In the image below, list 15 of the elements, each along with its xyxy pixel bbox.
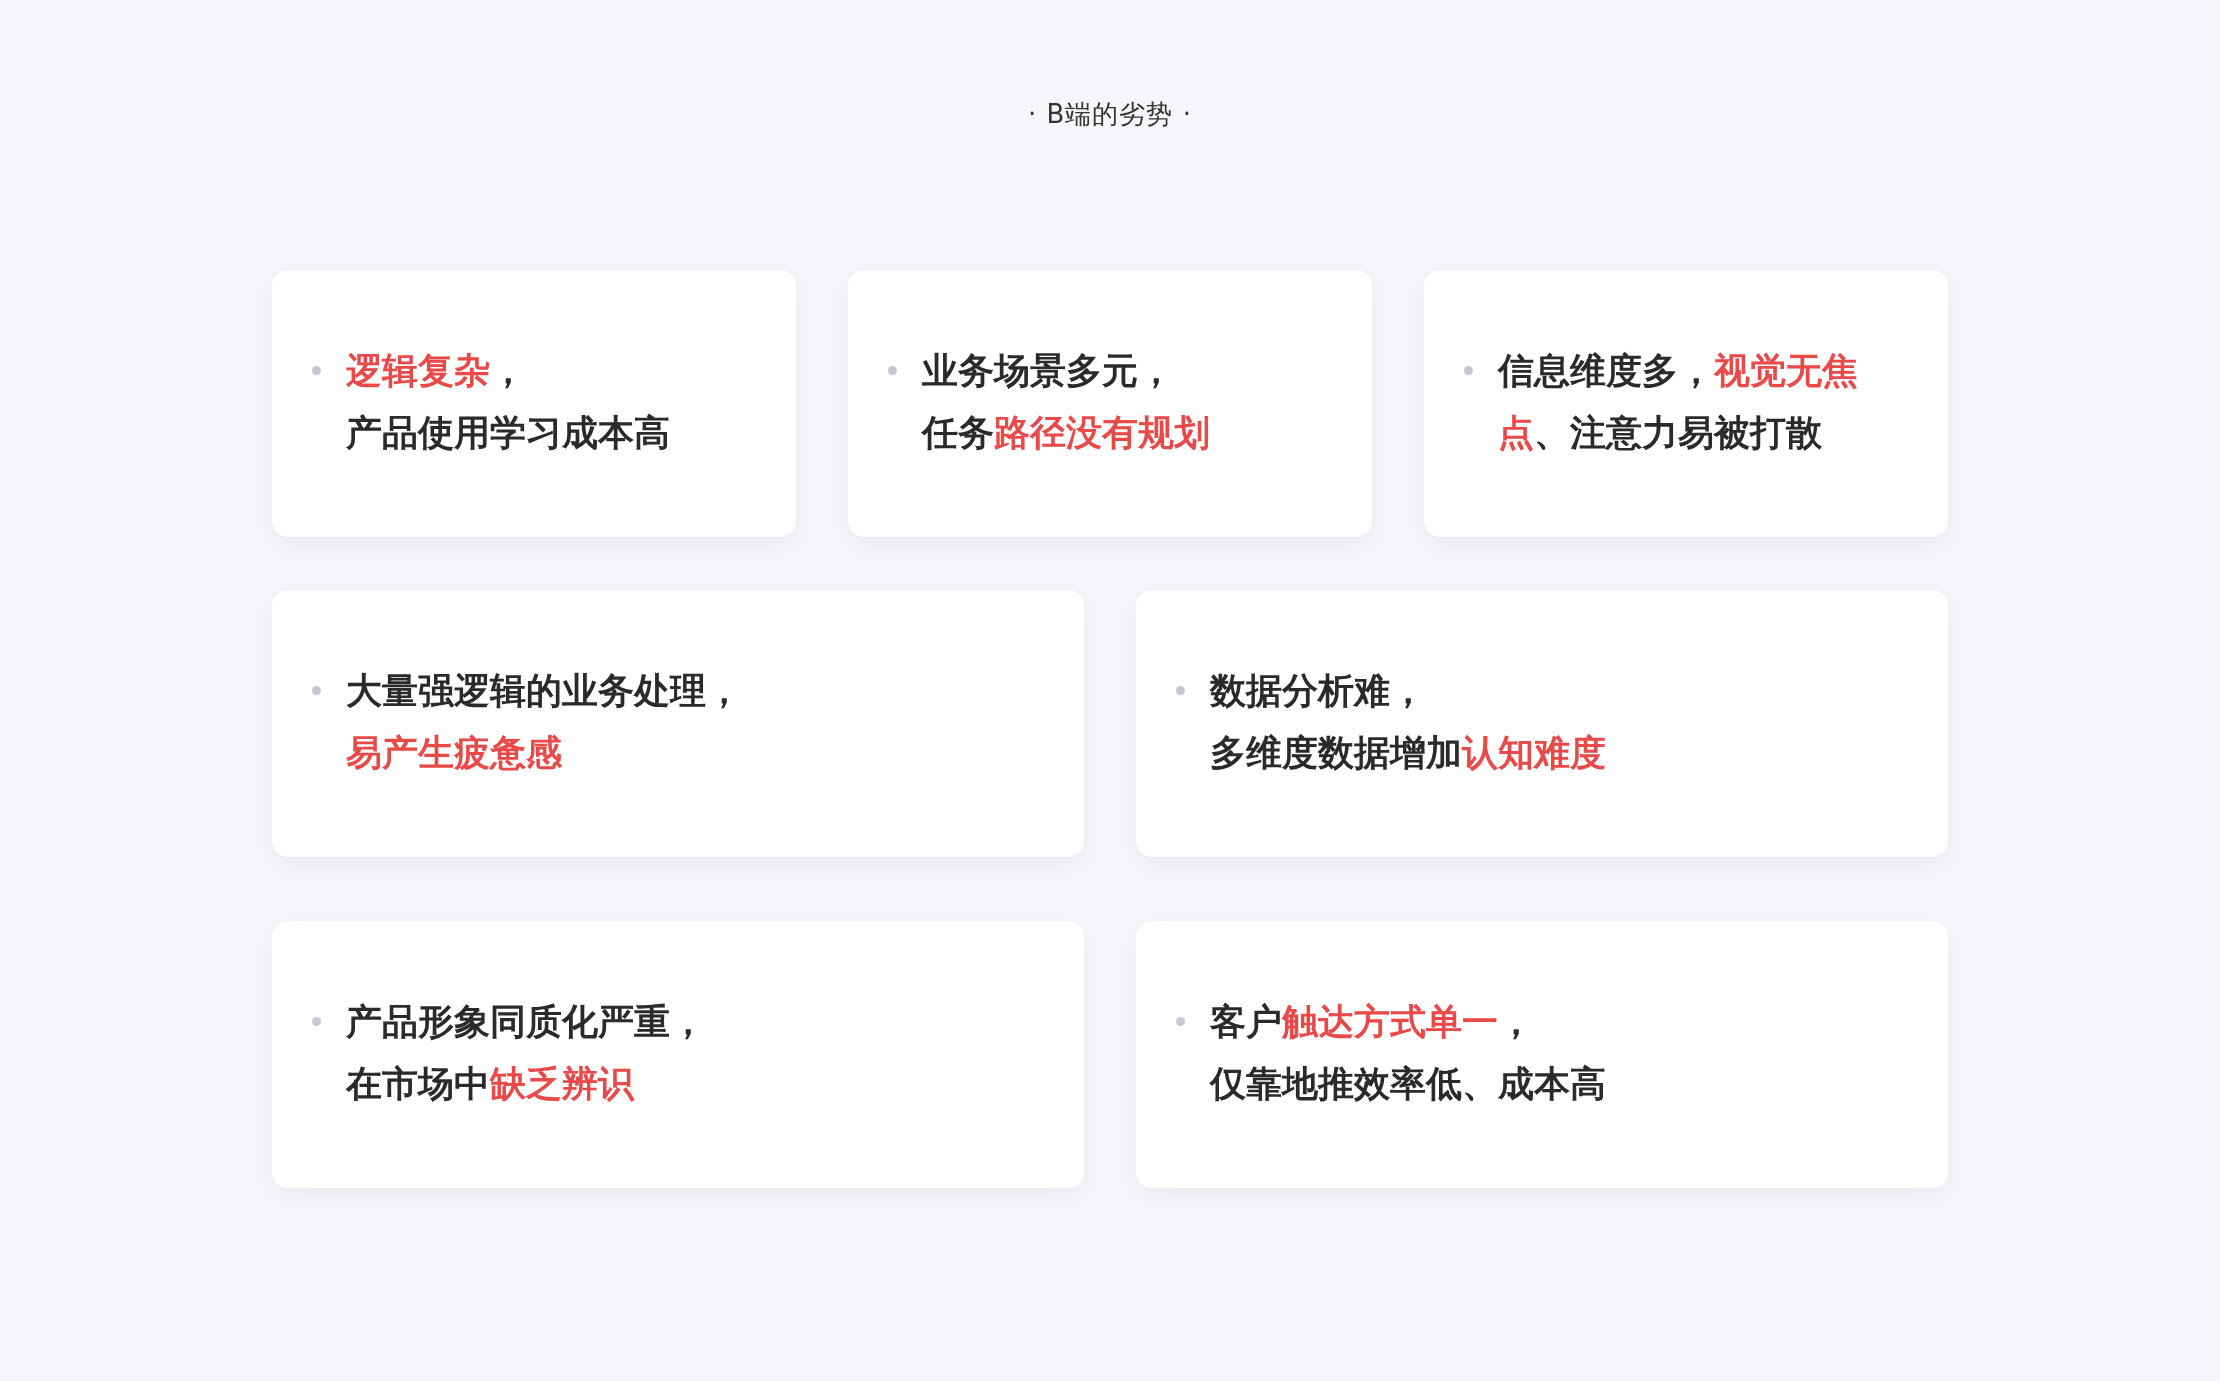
card-text: 业务场景多元， 任务路径没有规划 [922, 349, 1210, 455]
bullet-icon [1176, 686, 1185, 695]
bullet-icon [888, 366, 897, 375]
card-text: 产品形象同质化严重， 在市场中缺乏辨识 [346, 1000, 706, 1106]
bullet-icon [312, 686, 321, 695]
bullet-icon [1464, 366, 1473, 375]
section-title: · B端的劣势 · [1028, 98, 1192, 131]
card-text: 数据分析难， 多维度数据增加认知难度 [1210, 669, 1606, 775]
card-text: 客户触达方式单一， 仅靠地推效率低、成本高 [1210, 1000, 1606, 1106]
card-text: 大量强逻辑的业务处理， 易产生疲惫感 [346, 669, 742, 775]
bullet-icon [312, 366, 321, 375]
card-text: 信息维度多，视觉无焦点、注意力易被打散 [1498, 349, 1859, 455]
card-text: 逻辑复杂， 产品使用学习成本高 [346, 349, 670, 455]
bullet-icon [1176, 1017, 1185, 1026]
bullet-icon [312, 1017, 321, 1026]
